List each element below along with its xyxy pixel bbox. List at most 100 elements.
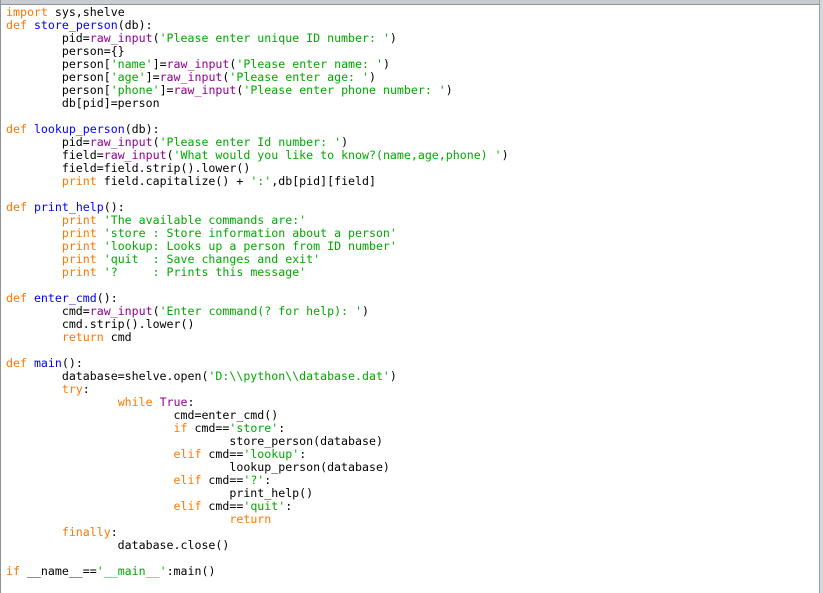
- code-line[interactable]: elif cmd=='quit':: [6, 500, 819, 513]
- code-line[interactable]: try:: [6, 383, 819, 396]
- code-line[interactable]: return: [6, 513, 819, 526]
- code-text: (: [166, 149, 174, 162]
- code-line[interactable]: return cmd: [6, 331, 819, 344]
- string-token: '? : Prints this message': [103, 266, 307, 279]
- code-line[interactable]: database=shelve.open('D:\\python\\databa…: [6, 370, 819, 383]
- code-line[interactable]: [6, 110, 819, 123]
- code-line[interactable]: lookup_person(database): [6, 461, 819, 474]
- keyword-token: return: [61, 331, 104, 344]
- code-line[interactable]: field= raw_input('What would you like to …: [6, 149, 819, 162]
- builtin-token: raw_input: [166, 58, 230, 71]
- code-line[interactable]: db[pid]=person: [6, 97, 819, 110]
- code-text: sys,shelve: [47, 6, 125, 19]
- keyword-token: def: [6, 292, 27, 305]
- code-line[interactable]: print 'lookup: Looks up a person from ID…: [6, 240, 819, 253]
- code-line[interactable]: finally:: [6, 526, 819, 539]
- code-text: ): [501, 149, 509, 162]
- code-text: (: [222, 71, 230, 84]
- code-text: ():: [103, 201, 125, 214]
- window-top-frame: [0, 0, 823, 5]
- code-text: print_help(): [6, 487, 314, 500]
- code-line[interactable]: def main ():: [6, 357, 819, 370]
- code-line[interactable]: def lookup_person (db):: [6, 123, 819, 136]
- code-line[interactable]: elif cmd== '?':: [6, 474, 819, 487]
- string-token: 'name': [110, 58, 153, 71]
- code-line[interactable]: [6, 279, 819, 292]
- code-text: pid=: [6, 136, 90, 149]
- code-line[interactable]: while True:: [6, 396, 819, 409]
- code-text: field=: [6, 149, 104, 162]
- code-line[interactable]: [6, 552, 819, 565]
- code-text: (: [152, 32, 160, 45]
- builtin-token: raw_input: [89, 32, 153, 45]
- keyword-token: print: [61, 240, 97, 253]
- code-line[interactable]: print_help(): [6, 487, 819, 500]
- code-text: ]=: [145, 71, 160, 84]
- code-text: cmd: [103, 331, 132, 344]
- code-line[interactable]: print '? : Prints this message': [6, 266, 819, 279]
- code-line[interactable]: cmd.strip().lower(): [6, 318, 819, 331]
- string-token: '?': [243, 474, 265, 487]
- code-line[interactable]: print 'store : Store information about a…: [6, 227, 819, 240]
- string-token: ':': [250, 175, 272, 188]
- code-text: ): [362, 305, 369, 318]
- string-token: 'lookup': [243, 448, 300, 461]
- code-text: store_person(database): [6, 435, 383, 448]
- string-token: '__main__': [96, 565, 167, 578]
- code-line[interactable]: person['phone']= raw_input('Please enter …: [6, 84, 819, 97]
- code-line[interactable]: import sys,shelve: [6, 6, 819, 19]
- code-text: db[pid]=person: [6, 97, 160, 110]
- code-line[interactable]: person['age']= raw_input('Please enter ag…: [6, 71, 819, 84]
- function-name-token: store_person: [33, 19, 118, 32]
- code-line[interactable]: print field.capitalize() + ':' ,db[pid][f…: [6, 175, 819, 188]
- code-line[interactable]: if cmd=='store':: [6, 422, 819, 435]
- code-text: person[: [6, 58, 111, 71]
- code-line[interactable]: person['name']= raw_input('Please enter n…: [6, 58, 819, 71]
- code-line[interactable]: pid= raw_input('Please enter unique ID nu…: [6, 32, 819, 45]
- code-editor[interactable]: import sys,shelve def store_person (db): p…: [6, 6, 819, 593]
- code-text: (: [229, 58, 237, 71]
- string-token: 'age': [110, 71, 146, 84]
- keyword-token: if: [173, 422, 188, 435]
- code-line[interactable]: print 'The available commands are:': [6, 214, 819, 227]
- code-line[interactable]: print 'quit : Save changes and exit': [6, 253, 819, 266]
- string-token: 'store : Store information about a perso…: [103, 227, 397, 240]
- code-line[interactable]: person={}: [6, 45, 819, 58]
- keyword-token: if: [6, 565, 20, 578]
- code-line[interactable]: store_person(database): [6, 435, 819, 448]
- string-token: 'What would you like to know?(name,age,p…: [173, 149, 502, 162]
- code-line[interactable]: if __name__== '__main__':main(): [6, 565, 819, 578]
- keyword-token: def: [6, 19, 27, 32]
- code-line[interactable]: def enter_cmd ():: [6, 292, 819, 305]
- code-line[interactable]: cmd= raw_input('Enter command(? for help)…: [6, 305, 819, 318]
- keyword-token: def: [6, 201, 27, 214]
- code-text: (: [236, 84, 244, 97]
- builtin-token: raw_input: [89, 305, 153, 318]
- code-line[interactable]: def print_help ():: [6, 201, 819, 214]
- code-line[interactable]: database.close(): [6, 539, 819, 552]
- builtin-token: raw_input: [173, 84, 237, 97]
- code-text: cmd=enter_cmd(): [6, 409, 279, 422]
- keyword-token: print: [61, 227, 97, 240]
- code-text: cmd==: [201, 474, 244, 487]
- code-text: ): [369, 71, 376, 84]
- code-line[interactable]: [6, 344, 819, 357]
- code-text: person[: [6, 84, 111, 97]
- code-line[interactable]: def store_person (db):: [6, 19, 819, 32]
- builtin-token: raw_input: [103, 149, 167, 162]
- code-line[interactable]: pid= raw_input('Please enter Id number: '…: [6, 136, 819, 149]
- code-line[interactable]: [6, 188, 819, 201]
- keyword-token: def: [6, 123, 27, 136]
- string-token: 'store': [229, 422, 279, 435]
- code-line[interactable]: field=field.strip().lower(): [6, 162, 819, 175]
- code-line[interactable]: elif cmd=='lookup':: [6, 448, 819, 461]
- code-line[interactable]: cmd=enter_cmd(): [6, 409, 819, 422]
- code-text: (db):: [117, 19, 153, 32]
